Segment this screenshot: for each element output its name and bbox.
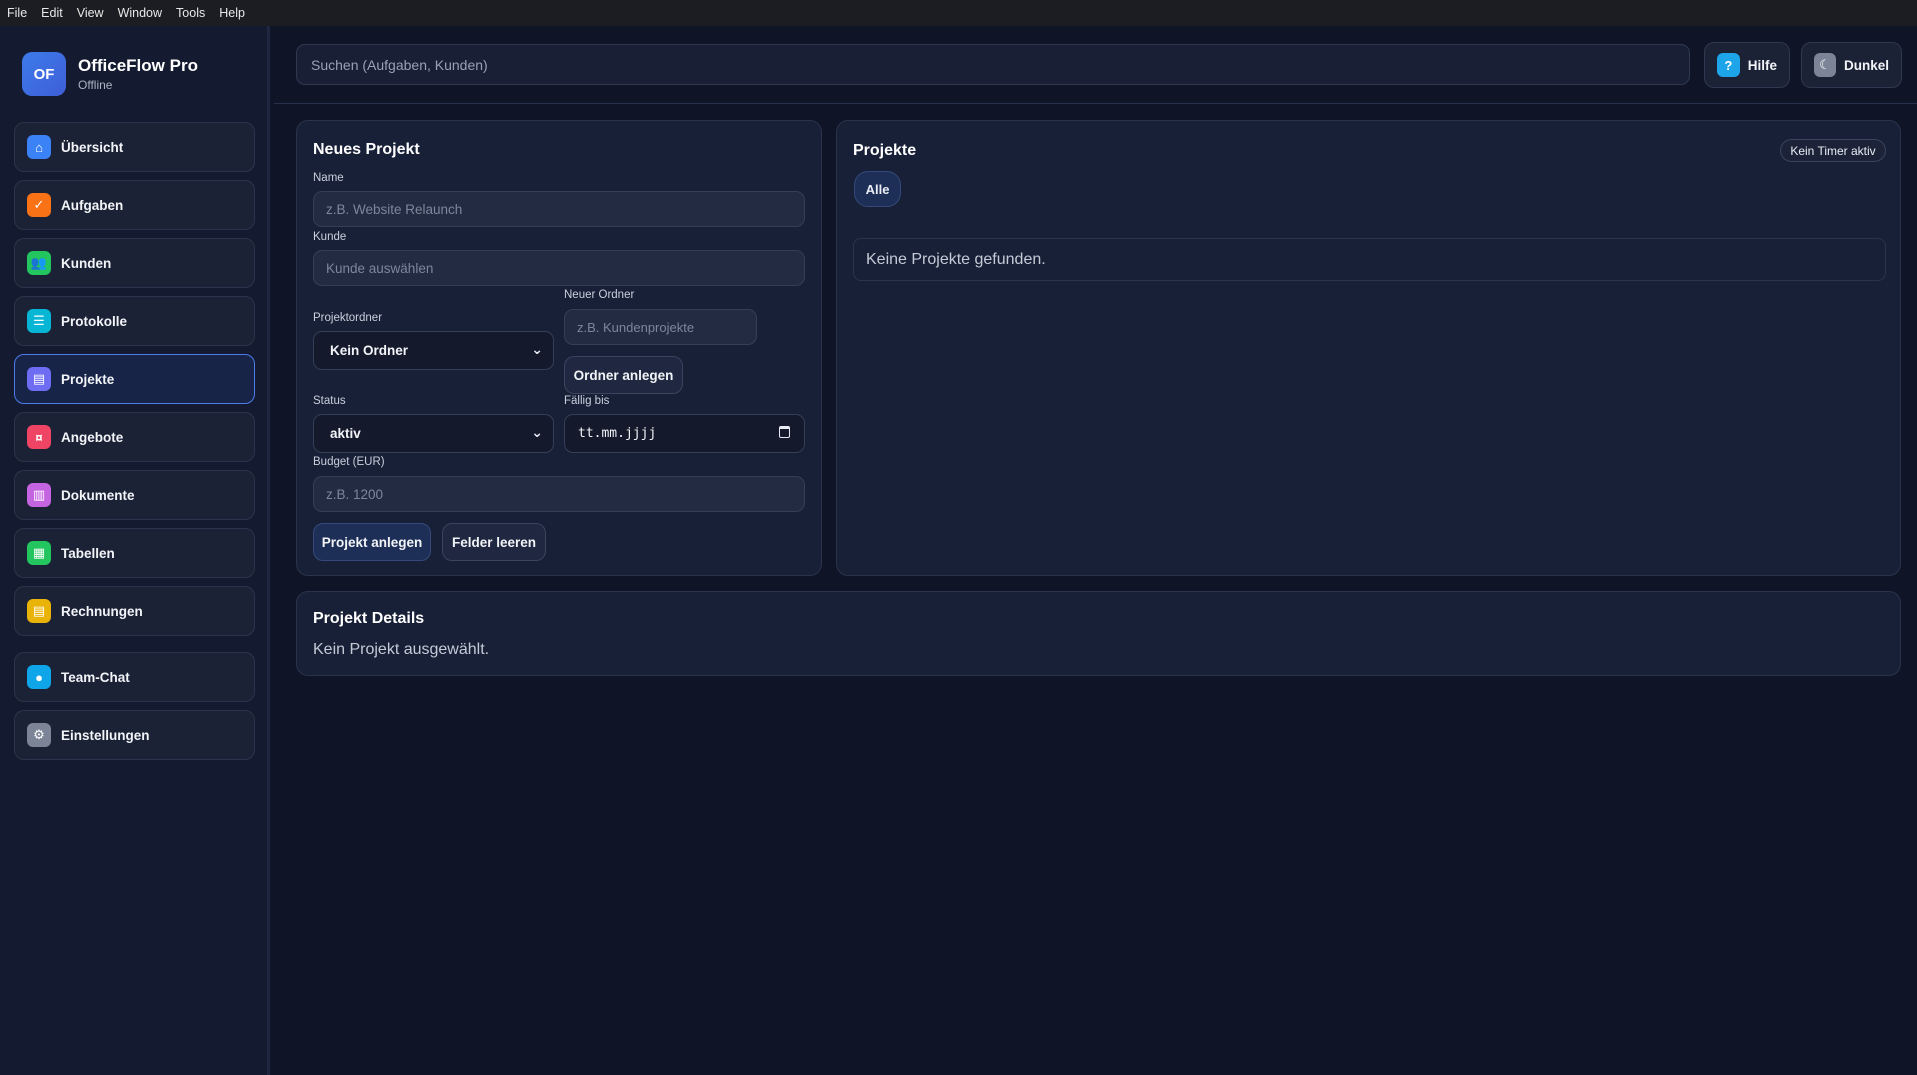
budget-label: Budget (EUR) [313,456,385,468]
sidebar-item-label: Dokumente [61,487,135,503]
table-icon: ▦ [27,541,51,565]
sidebar-item-einstellungen[interactable]: ⚙ Einstellungen [14,710,255,760]
sidebar-item-label: Rechnungen [61,603,143,619]
sidebar: OF OfficeFlow Pro Offline ⌂ Übersicht ✓ … [0,26,270,1075]
brand: OF OfficeFlow Pro Offline [22,52,198,96]
check-icon: ✓ [27,193,51,217]
sidebar-item-label: Team-Chat [61,669,130,685]
sidebar-item-aufgaben[interactable]: ✓ Aufgaben [14,180,255,230]
sidebar-item-label: Einstellungen [61,727,150,743]
status-select-value: aktiv [330,426,361,441]
help-button-label: Hilfe [1747,57,1777,73]
help-icon: ? [1717,53,1740,77]
projects-empty-state: Keine Projekte gefunden. [853,238,1886,281]
project-details-panel: Projekt Details Kein Projekt ausgewählt. [296,591,1901,676]
menu-tools[interactable]: Tools [176,6,205,20]
clear-fields-button[interactable]: Felder leeren [442,523,546,561]
document-icon: ▥ [27,483,51,507]
project-name-input[interactable] [313,191,805,227]
invoice-icon: ▤ [27,599,51,623]
sidebar-item-label: Protokolle [61,313,128,329]
projects-title: Projekte [853,142,917,159]
due-date-placeholder: tt.mm.jjjj [578,426,657,441]
menu-view[interactable]: View [77,6,104,20]
theme-toggle-button[interactable]: ☾ Dunkel [1801,42,1902,88]
menu-window[interactable]: Window [118,6,162,20]
sidebar-item-team-chat[interactable]: ● Team-Chat [14,652,255,702]
projects-panel: Projekte Kein Timer aktiv Alle Keine Pro… [836,120,1901,576]
sidebar-item-angebote[interactable]: ¤ Angebote [14,412,255,462]
folder-select[interactable]: Kein Ordner ⌄ [313,331,554,370]
folder-icon: ▤ [27,367,51,391]
search-input[interactable] [296,44,1690,85]
help-button[interactable]: ? Hilfe [1704,42,1790,88]
create-folder-button[interactable]: Ordner anlegen [564,356,683,394]
sidebar-item-dokumente[interactable]: ▥ Dokumente [14,470,255,520]
menu-bar: File Edit View Window Tools Help [0,0,1917,26]
customer-input[interactable] [313,250,805,286]
create-project-button[interactable]: Projekt anlegen [313,523,431,561]
gear-icon: ⚙ [27,723,51,747]
sidebar-item-projekte[interactable]: ▤ Projekte [14,354,255,404]
due-date-input[interactable]: tt.mm.jjjj [564,414,805,453]
customer-label: Kunde [313,231,347,243]
sidebar-item-rechnungen[interactable]: ▤ Rechnungen [14,586,255,636]
new-project-title: Neues Projekt [313,141,420,158]
brand-name: OfficeFlow Pro [78,56,198,75]
sidebar-item-label: Angebote [61,429,124,445]
folder-label: Projektordner [313,312,383,324]
topbar: ? Hilfe ☾ Dunkel [274,26,1917,104]
new-folder-input[interactable] [564,309,757,345]
project-details-title: Projekt Details [313,610,425,627]
due-date-label: Fällig bis [564,395,610,407]
theme-toggle-label: Dunkel [1843,57,1889,73]
chevron-down-icon: ⌄ [531,341,543,357]
users-icon: 👥 [27,251,51,275]
new-folder-label: Neuer Ordner [564,289,635,301]
budget-input[interactable] [313,476,805,512]
sidebar-item-protokolle[interactable]: ☰ Protokolle [14,296,255,346]
connection-status: Offline [78,78,113,92]
tag-icon: ¤ [27,425,51,449]
sidebar-item-label: Kunden [61,255,112,271]
chat-icon: ● [27,665,51,689]
sidebar-item-uebersicht[interactable]: ⌂ Übersicht [14,122,255,172]
project-details-empty: Kein Projekt ausgewählt. [313,641,490,658]
sidebar-item-kunden[interactable]: 👥 Kunden [14,238,255,288]
menu-help[interactable]: Help [219,6,245,20]
name-label: Name [313,172,344,184]
sidebar-item-label: Projekte [61,371,115,387]
sidebar-item-label: Aufgaben [61,197,124,213]
moon-icon: ☾ [1814,53,1836,77]
filter-all-chip[interactable]: Alle [854,171,901,207]
folder-select-value: Kein Ordner [330,343,409,358]
sidebar-item-label: Tabellen [61,545,115,561]
sidebar-item-tabellen[interactable]: ▦ Tabellen [14,528,255,578]
status-select[interactable]: aktiv ⌄ [313,414,554,453]
calendar-icon[interactable] [779,426,790,438]
menu-edit[interactable]: Edit [41,6,63,20]
new-project-panel: Neues Projekt Name Kunde Projektordner K… [296,120,822,576]
menu-file[interactable]: File [7,6,27,20]
sidebar-item-label: Übersicht [61,139,124,155]
home-icon: ⌂ [27,135,51,159]
list-icon: ☰ [27,309,51,333]
status-label: Status [313,395,346,407]
chevron-down-icon: ⌄ [531,424,543,440]
brand-logo: OF [22,52,66,96]
timer-status-badge: Kein Timer aktiv [1780,139,1886,162]
